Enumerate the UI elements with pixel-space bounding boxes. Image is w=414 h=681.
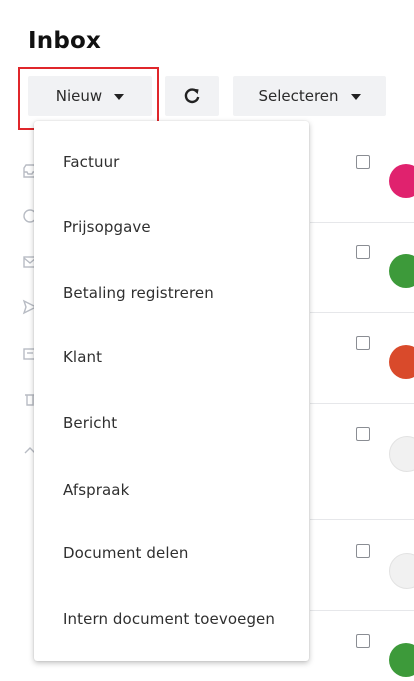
avatar [389, 254, 414, 288]
row-checkbox[interactable] [356, 634, 370, 648]
avatar [389, 643, 414, 677]
select-button-label: Selecteren [258, 87, 339, 105]
inbox-page: Inbox Nieuw Selecteren Factuur Prijsopga… [0, 0, 414, 681]
menu-item-factuur[interactable]: Factuur [63, 153, 119, 171]
row-divider [310, 403, 414, 404]
refresh-icon [184, 88, 200, 104]
row-divider [310, 610, 414, 611]
row-divider [310, 519, 414, 520]
menu-item-document-delen[interactable]: Document delen [63, 544, 189, 562]
row-divider [310, 222, 414, 223]
menu-item-betaling-registreren[interactable]: Betaling registreren [63, 284, 214, 302]
menu-item-afspraak[interactable]: Afspraak [63, 481, 129, 499]
select-button[interactable]: Selecteren [233, 76, 386, 116]
page-title: Inbox [28, 28, 102, 54]
menu-item-klant[interactable]: Klant [63, 348, 102, 366]
row-checkbox[interactable] [356, 336, 370, 350]
row-divider [310, 312, 414, 313]
avatar [389, 553, 414, 589]
refresh-button[interactable] [165, 76, 219, 116]
avatar [389, 345, 414, 379]
row-checkbox[interactable] [356, 245, 370, 259]
avatar [389, 436, 414, 472]
avatar [389, 164, 414, 198]
row-checkbox[interactable] [356, 544, 370, 558]
caret-down-icon [350, 93, 361, 100]
menu-item-intern-document-toevoegen[interactable]: Intern document toevoegen [63, 610, 275, 628]
row-checkbox[interactable] [356, 427, 370, 441]
new-button[interactable]: Nieuw [28, 76, 152, 116]
new-button-label: Nieuw [55, 87, 103, 105]
new-dropdown-menu: Factuur Prijsopgave Betaling registreren… [34, 121, 309, 661]
menu-item-bericht[interactable]: Bericht [63, 414, 117, 432]
menu-item-prijsopgave[interactable]: Prijsopgave [63, 218, 151, 236]
caret-down-icon [114, 93, 125, 100]
row-checkbox[interactable] [356, 155, 370, 169]
